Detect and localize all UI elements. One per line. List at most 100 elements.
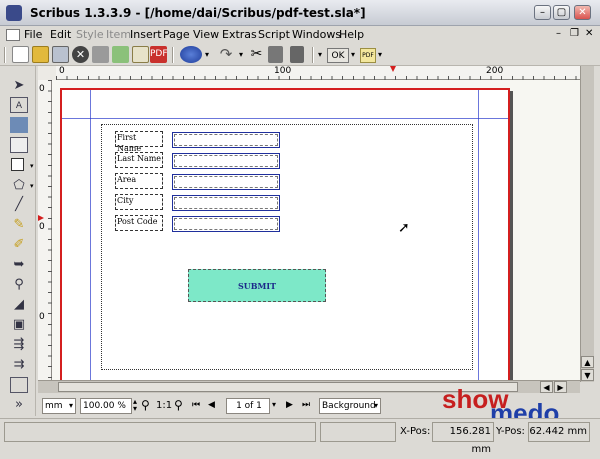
chevron-down-icon[interactable]: ▾ — [272, 400, 276, 409]
previous-page-icon[interactable]: ◀ — [208, 400, 215, 410]
chevron-down-icon[interactable]: ▾ — [30, 162, 34, 170]
minimize-icon[interactable]: – — [534, 5, 551, 20]
status-message — [4, 422, 316, 442]
doc-restore-icon[interactable]: ❐ — [570, 28, 579, 39]
area-field[interactable] — [172, 174, 280, 190]
chevron-down-icon[interactable]: ▾ — [351, 50, 355, 59]
menu-file[interactable]: File — [24, 28, 42, 41]
margin-guide — [90, 90, 91, 380]
menu-extras[interactable]: Extras — [222, 28, 257, 41]
polygon-icon[interactable]: ⬠ — [10, 178, 28, 194]
toolbar-separator — [4, 47, 6, 63]
redo-icon[interactable]: ↷ — [215, 46, 237, 63]
submit-button[interactable]: SUBMIT — [188, 269, 326, 302]
last-name-field[interactable] — [172, 153, 280, 169]
menu-bar: File Edit Style Item Insert Page View Ex… — [0, 26, 600, 44]
toolbar-separator — [172, 47, 174, 63]
ruler-label: 0 — [39, 222, 45, 232]
text-frame-icon[interactable]: A — [10, 97, 28, 113]
zoom-in-icon[interactable]: ⚲ — [174, 398, 183, 412]
unlink-frames-icon[interactable]: ⇉ — [10, 357, 28, 373]
shape-icon[interactable] — [11, 158, 24, 171]
zoom-ratio-button[interactable]: 1:1 — [156, 400, 172, 411]
status-empty-field — [320, 422, 396, 442]
freehand-icon[interactable]: ✐ — [10, 237, 28, 253]
zoom-icon[interactable]: ⚲ — [10, 277, 28, 293]
print-icon[interactable] — [92, 46, 109, 63]
menu-style[interactable]: Style — [76, 28, 104, 41]
vertical-scrollbar[interactable]: ▲ ▼ — [580, 66, 594, 382]
new-document-icon[interactable] — [12, 46, 29, 63]
preflight-icon[interactable] — [112, 46, 129, 63]
chevron-down-icon[interactable]: ▾ — [239, 50, 243, 59]
unit-select[interactable]: mm ▾ — [42, 398, 76, 414]
close-document-icon[interactable]: ✕ — [72, 46, 89, 63]
pdf-export-icon[interactable] — [132, 46, 149, 63]
post-code-field[interactable] — [172, 216, 280, 232]
label-area[interactable]: Area — [115, 173, 163, 189]
cursor-marker — [38, 215, 44, 221]
cursor-marker — [390, 66, 396, 72]
select-arrow-icon[interactable]: ➤ — [10, 78, 28, 94]
last-page-icon[interactable]: ⏭ — [302, 400, 310, 410]
ruler-label: 200 — [486, 66, 504, 76]
link-frames-icon[interactable]: ⇶ — [10, 337, 28, 353]
title-bar: Scribus 1.3.3.9 - [/home/dai/Scribus/pdf… — [0, 0, 600, 26]
unit-value: mm — [45, 401, 63, 411]
menu-insert[interactable]: Insert — [130, 28, 162, 41]
doc-close-icon[interactable]: ✕ — [585, 28, 593, 39]
form-group-frame[interactable]: First Name Last Name Area City Post Code… — [101, 124, 473, 370]
first-name-field[interactable] — [172, 132, 280, 148]
cut-icon[interactable]: ✂ — [248, 46, 265, 63]
label-post-code[interactable]: Post Code — [115, 215, 163, 231]
scroll-up-icon[interactable]: ▲ — [581, 356, 594, 368]
open-folder-icon[interactable] — [32, 46, 49, 63]
scroll-down-icon[interactable]: ▼ — [581, 369, 594, 381]
zoom-stepper[interactable]: ▴ ▾ — [133, 398, 137, 413]
save-icon[interactable] — [52, 46, 69, 63]
close-icon[interactable]: ✕ — [574, 5, 591, 20]
label-city[interactable]: City — [115, 194, 163, 210]
edit-contents-icon[interactable]: ◢ — [10, 297, 28, 313]
next-page-icon[interactable]: ▶ — [286, 400, 293, 410]
menu-edit[interactable]: Edit — [50, 28, 71, 41]
menu-item[interactable]: Item — [106, 28, 131, 41]
document-page[interactable]: First Name Last Name Area City Post Code… — [60, 88, 510, 380]
rotate-icon[interactable]: ➥ — [10, 257, 28, 273]
maximize-icon[interactable]: ▢ — [553, 5, 570, 20]
measure-icon[interactable] — [10, 377, 28, 393]
menu-script[interactable]: Script — [258, 28, 290, 41]
paste-icon[interactable] — [290, 46, 304, 63]
label-first-name[interactable]: First Name — [115, 131, 163, 153]
pdf-tools-icon[interactable]: PDF — [360, 48, 376, 63]
page-select[interactable]: 1 of 1 — [226, 398, 270, 414]
menu-page[interactable]: Page — [163, 28, 190, 41]
margin-guide — [478, 90, 479, 380]
copy-icon[interactable] — [268, 46, 283, 63]
adobe-pdf-icon[interactable]: PDF — [150, 46, 168, 63]
chevron-down-icon[interactable]: ▾ — [378, 50, 382, 59]
first-page-icon[interactable]: ⏮ — [192, 400, 200, 410]
menu-view[interactable]: View — [193, 28, 219, 41]
label-last-name[interactable]: Last Name — [115, 152, 163, 168]
edit-text-icon[interactable]: ▣ — [10, 317, 28, 333]
line-icon[interactable]: ╱ — [10, 197, 28, 213]
undo-icon[interactable] — [180, 46, 202, 63]
zoom-out-icon[interactable]: ⚲ — [141, 398, 150, 412]
image-frame-icon[interactable] — [10, 117, 28, 133]
document-canvas[interactable]: First Name Last Name Area City Post Code… — [52, 80, 580, 380]
bezier-icon[interactable]: ✎ — [10, 217, 28, 233]
zoom-input[interactable]: 100.00 % — [80, 398, 132, 414]
chevron-down-icon[interactable]: ▾ — [318, 50, 322, 59]
copy-properties-icon[interactable]: » — [10, 397, 28, 413]
layer-select[interactable]: Background ▾ — [319, 398, 381, 414]
window-title: Scribus 1.3.3.9 - [/home/dai/Scribus/pdf… — [30, 6, 366, 20]
menu-windows[interactable]: Windows — [292, 28, 341, 41]
chevron-down-icon[interactable]: ▾ — [30, 182, 34, 190]
chevron-down-icon[interactable]: ▾ — [205, 50, 209, 59]
doc-minimize-icon[interactable]: – — [556, 28, 561, 39]
table-icon[interactable] — [10, 137, 28, 153]
ok-button[interactable]: OK — [327, 48, 349, 63]
menu-help[interactable]: Help — [339, 28, 364, 41]
city-field[interactable] — [172, 195, 280, 211]
